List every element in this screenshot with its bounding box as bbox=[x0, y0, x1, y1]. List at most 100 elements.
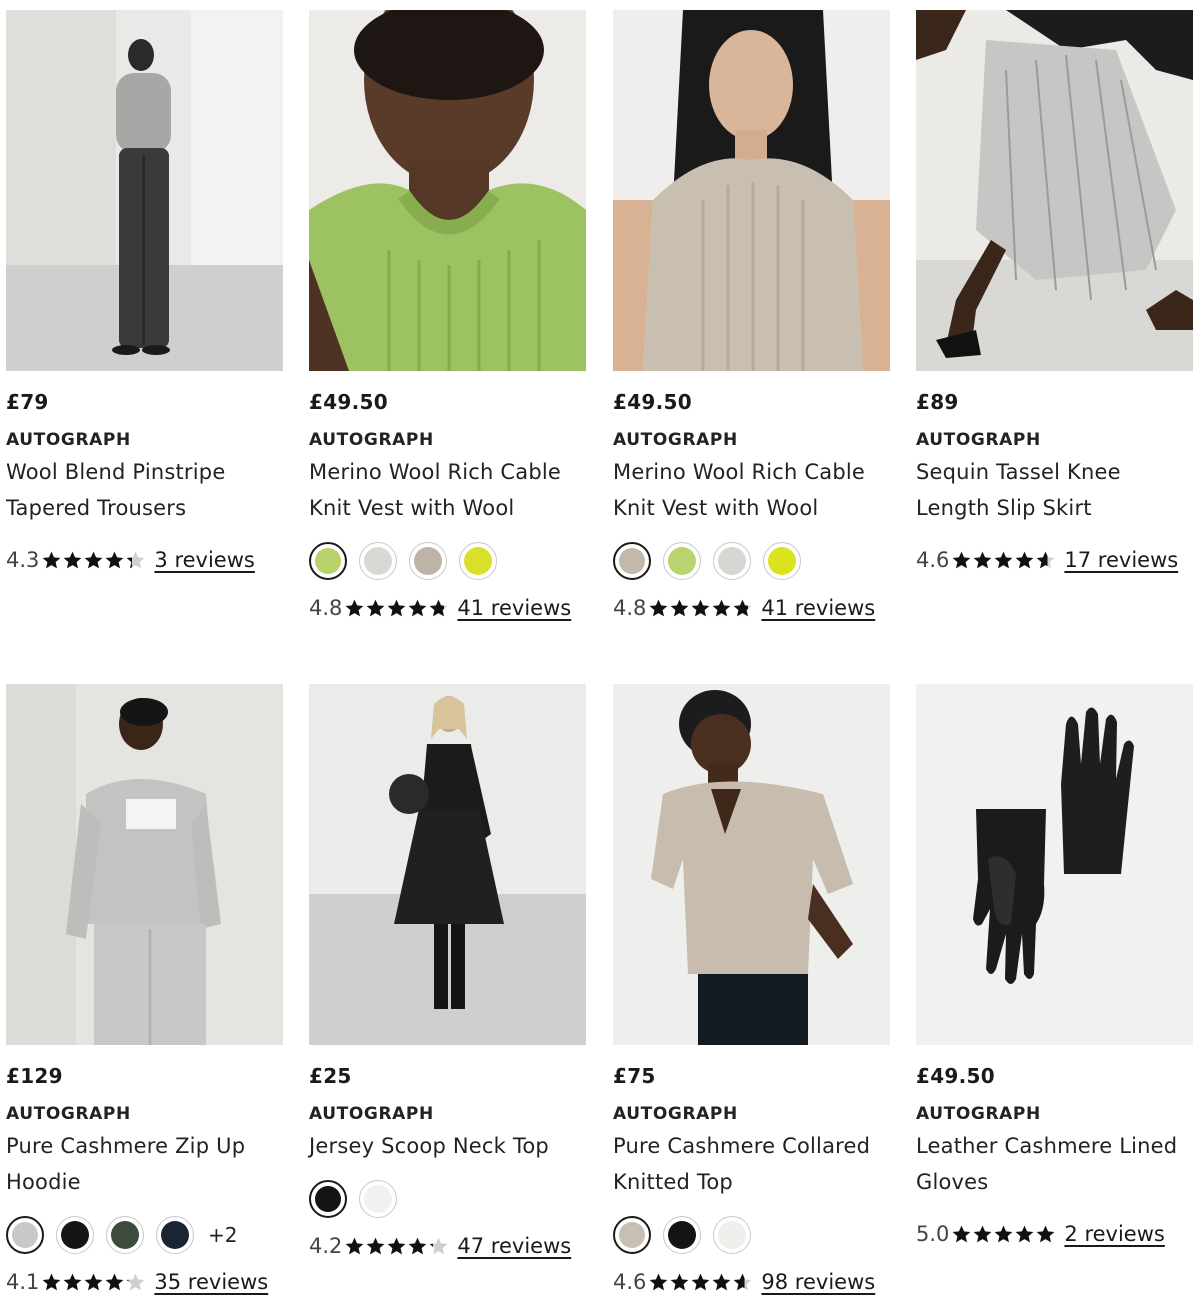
product-brand: AUTOGRAPH bbox=[6, 1104, 131, 1124]
star-icon bbox=[43, 551, 61, 568]
product-image[interactable] bbox=[916, 684, 1193, 1045]
reviews-link[interactable]: 41 reviews bbox=[761, 596, 875, 620]
product-card[interactable]: £49.50 AUTOGRAPH Merino Wool Rich Cable … bbox=[309, 10, 586, 622]
star-icon bbox=[734, 1273, 752, 1290]
star-icon bbox=[995, 1225, 1013, 1242]
star-icon bbox=[346, 1237, 364, 1254]
rating-score: 4.8 bbox=[309, 596, 343, 620]
product-price: £89 bbox=[916, 390, 959, 414]
product-card[interactable]: £79 AUTOGRAPH Wool Blend Pinstripe Taper… bbox=[6, 10, 283, 574]
reviews-link[interactable]: 17 reviews bbox=[1064, 548, 1178, 572]
product-rating: 4.1 35 reviews bbox=[6, 1268, 283, 1296]
swatch-color bbox=[12, 1222, 38, 1248]
color-swatch[interactable] bbox=[459, 542, 497, 580]
star-rating bbox=[951, 1224, 1056, 1245]
star-icon bbox=[713, 599, 731, 616]
product-name[interactable]: Wool Blend Pinstripe Tapered Trousers bbox=[6, 454, 296, 526]
product-card[interactable]: £129 AUTOGRAPH Pure Cashmere Zip Up Hood… bbox=[6, 684, 283, 1296]
color-swatches bbox=[309, 1180, 586, 1218]
product-name-line: Sequin Tassel Knee bbox=[916, 460, 1121, 484]
color-swatch[interactable] bbox=[409, 542, 447, 580]
product-brand: AUTOGRAPH bbox=[613, 1104, 738, 1124]
color-swatch[interactable] bbox=[713, 1216, 751, 1254]
color-swatch[interactable] bbox=[613, 542, 651, 580]
color-swatches bbox=[309, 542, 586, 580]
color-swatch[interactable] bbox=[613, 1216, 651, 1254]
product-name-line: Pure Cashmere Zip Up bbox=[6, 1134, 246, 1158]
rating-score: 4.6 bbox=[613, 1270, 647, 1294]
product-image[interactable] bbox=[6, 10, 283, 371]
star-icon bbox=[713, 1273, 731, 1290]
product-rating: 4.3 3 reviews bbox=[6, 546, 283, 574]
swatch-color bbox=[364, 547, 392, 575]
reviews-link[interactable]: 41 reviews bbox=[457, 596, 571, 620]
reviews-link[interactable]: 98 reviews bbox=[761, 1270, 875, 1294]
rating-score: 5.0 bbox=[916, 1222, 950, 1246]
color-swatch[interactable] bbox=[359, 1180, 397, 1218]
product-card[interactable]: £49.50 AUTOGRAPH Merino Wool Rich Cable … bbox=[613, 10, 890, 622]
product-name[interactable]: Merino Wool Rich Cable Knit Vest with Wo… bbox=[309, 454, 599, 526]
star-icon bbox=[1016, 551, 1034, 568]
color-swatch[interactable] bbox=[359, 542, 397, 580]
product-name[interactable]: Jersey Scoop Neck Top bbox=[309, 1128, 599, 1164]
product-image[interactable] bbox=[916, 10, 1193, 371]
color-swatch[interactable] bbox=[663, 1216, 701, 1254]
star-rating bbox=[344, 598, 449, 619]
star-icon bbox=[650, 599, 668, 616]
product-card[interactable]: £49.50 AUTOGRAPH Leather Cashmere Lined … bbox=[916, 684, 1193, 1248]
star-icon bbox=[388, 599, 406, 616]
star-icon bbox=[734, 599, 752, 616]
star-icon bbox=[953, 551, 971, 568]
color-swatch[interactable] bbox=[106, 1216, 144, 1254]
product-name-line: Knit Vest with Wool bbox=[309, 496, 515, 520]
product-image[interactable] bbox=[6, 684, 283, 1045]
color-swatch[interactable] bbox=[309, 542, 347, 580]
product-price: £75 bbox=[613, 1064, 656, 1088]
star-rating bbox=[41, 1272, 146, 1293]
product-image[interactable] bbox=[309, 10, 586, 371]
swatch-color bbox=[718, 547, 746, 575]
product-image[interactable] bbox=[613, 10, 890, 371]
product-name[interactable]: Sequin Tassel Knee Length Slip Skirt bbox=[916, 454, 1200, 526]
swatch-color bbox=[718, 1221, 746, 1249]
product-card[interactable]: £25 AUTOGRAPH Jersey Scoop Neck Top 4.2 … bbox=[309, 684, 586, 1260]
color-swatch[interactable] bbox=[309, 1180, 347, 1218]
product-price: £49.50 bbox=[309, 390, 388, 414]
reviews-link[interactable]: 2 reviews bbox=[1064, 1222, 1164, 1246]
color-swatch[interactable] bbox=[663, 542, 701, 580]
product-name[interactable]: Leather Cashmere Lined Gloves bbox=[916, 1128, 1200, 1200]
product-price: £25 bbox=[309, 1064, 352, 1088]
reviews-link[interactable]: 35 reviews bbox=[154, 1270, 268, 1294]
product-image[interactable] bbox=[613, 684, 890, 1045]
rating-score: 4.1 bbox=[6, 1270, 40, 1294]
color-swatch[interactable] bbox=[56, 1216, 94, 1254]
product-brand: AUTOGRAPH bbox=[309, 1104, 434, 1124]
star-icon bbox=[1016, 1225, 1034, 1242]
swatch-color bbox=[464, 547, 492, 575]
product-name[interactable]: Merino Wool Rich Cable Knit Vest with Wo… bbox=[613, 454, 903, 526]
star-icon bbox=[671, 599, 689, 616]
product-image[interactable] bbox=[309, 684, 586, 1045]
product-brand: AUTOGRAPH bbox=[916, 430, 1041, 450]
product-card[interactable]: £89 AUTOGRAPH Sequin Tassel Knee Length … bbox=[916, 10, 1193, 574]
swatch-color bbox=[315, 1186, 341, 1212]
product-name[interactable]: Pure Cashmere Zip Up Hoodie bbox=[6, 1128, 296, 1200]
color-swatches bbox=[613, 1216, 890, 1254]
star-icon bbox=[650, 1273, 668, 1290]
color-swatch[interactable] bbox=[156, 1216, 194, 1254]
product-card[interactable]: £75 AUTOGRAPH Pure Cashmere Collared Kni… bbox=[613, 684, 890, 1296]
color-swatch[interactable] bbox=[6, 1216, 44, 1254]
color-swatch[interactable] bbox=[763, 542, 801, 580]
swatch-color bbox=[619, 1222, 645, 1248]
color-swatch[interactable] bbox=[713, 542, 751, 580]
product-name[interactable]: Pure Cashmere Collared Knitted Top bbox=[613, 1128, 903, 1200]
reviews-link[interactable]: 3 reviews bbox=[154, 548, 254, 572]
product-name-line: Merino Wool Rich Cable bbox=[613, 460, 866, 484]
rating-score: 4.2 bbox=[309, 1234, 343, 1258]
star-rating bbox=[648, 1272, 753, 1293]
product-name-line: Wool Blend Pinstripe bbox=[6, 460, 226, 484]
product-rating: 4.6 17 reviews bbox=[916, 546, 1193, 574]
reviews-link[interactable]: 47 reviews bbox=[457, 1234, 571, 1258]
product-name-line: Hoodie bbox=[6, 1170, 81, 1194]
more-colors-count[interactable]: +2 bbox=[208, 1223, 237, 1247]
